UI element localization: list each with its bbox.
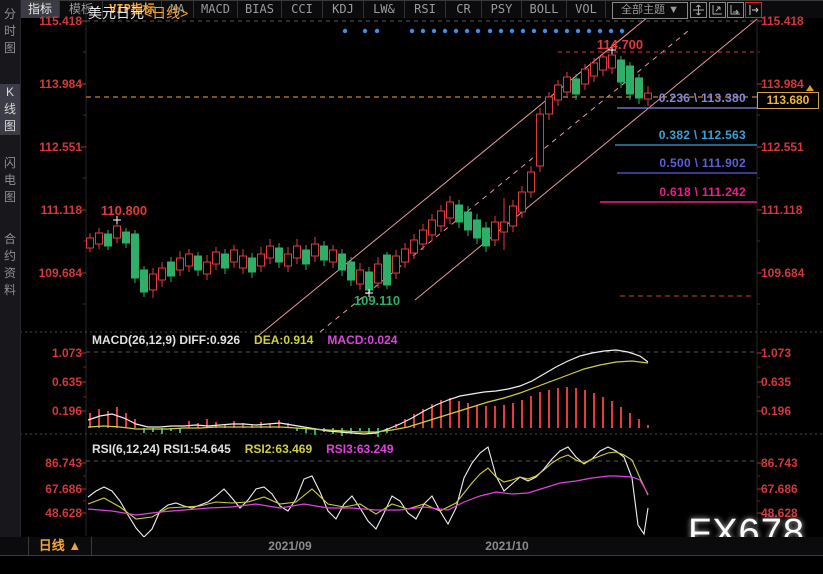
fib-level-label: 0.618 \ 111.242 bbox=[659, 185, 746, 199]
chart-title: 美元日元<日线> bbox=[88, 3, 188, 23]
fib-level-label: 0.236 \ 113.380 bbox=[658, 91, 746, 105]
date-label-sep: 2021/09 bbox=[268, 539, 312, 553]
trading-app-window: 分时图K线图闪电图合约资料 美元日元<日线> 全部主题 ▼ 115.418 113… bbox=[0, 0, 823, 574]
axis-label: 1.073 bbox=[761, 346, 792, 360]
candlestick-series bbox=[86, 50, 652, 298]
axis-label: 0.196 bbox=[761, 404, 792, 418]
rsi2-value: RSI2:63.469 bbox=[244, 442, 313, 456]
theme-dropdown[interactable]: 全部主题 ▼ bbox=[612, 2, 688, 19]
chart-canvas[interactable] bbox=[0, 0, 823, 537]
date-label-oct: 2021/10 bbox=[485, 539, 529, 553]
macd-indicator-header: MACD(26,12,9) DIFF:0.926 DEA:0.914 MACD:0.… bbox=[92, 333, 411, 347]
axis-label: 109.684 bbox=[38, 266, 82, 280]
symbol-name: 美元日元 bbox=[88, 5, 144, 21]
theme-dropdown-label: 全部主题 bbox=[621, 4, 666, 16]
macd-panel bbox=[87, 349, 649, 437]
axis-label: 115.418 bbox=[761, 14, 804, 28]
y-axis-zoom-icon[interactable] bbox=[709, 2, 726, 18]
sidebar-tab-合约资料[interactable]: 合约资料 bbox=[0, 231, 20, 299]
pan-right-icon[interactable] bbox=[745, 2, 762, 18]
price-annotation: 109.110 bbox=[353, 293, 401, 308]
axis-label: 115.418 bbox=[39, 14, 82, 28]
period-label: 日线 bbox=[38, 538, 65, 553]
axis-label: 111.118 bbox=[40, 203, 82, 217]
sidebar-tab-闪电图[interactable]: 闪电图 bbox=[0, 155, 20, 206]
rsi-indicator-header: RSI(6,12,24) RSI1:54.645 RSI2:63.469 RSI3:… bbox=[92, 442, 408, 456]
macd-hist-value: MACD:0.024 bbox=[327, 333, 398, 347]
axis-label: 1.073 bbox=[51, 346, 82, 360]
rsi3-value: RSI3:63.249 bbox=[326, 442, 394, 456]
last-price-badge: 113.680 bbox=[757, 92, 819, 109]
axis-label: 112.551 bbox=[761, 140, 804, 154]
axis-label: 67.686 bbox=[761, 482, 798, 496]
macd-diff-value: MACD(26,12,9) DIFF:0.926 bbox=[92, 333, 241, 347]
axis-label: 109.684 bbox=[761, 266, 805, 280]
axis-label: 0.635 bbox=[761, 375, 792, 389]
signal-dots bbox=[342, 28, 625, 34]
rsi1-value: RSI(6,12,24) RSI1:54.645 bbox=[92, 442, 231, 456]
axis-label: 113.984 bbox=[39, 77, 82, 91]
sidebar-tab-K线图[interactable]: K线图 bbox=[0, 84, 20, 135]
fib-level-label: 0.382 \ 112.563 bbox=[658, 128, 746, 142]
period-up-arrow-icon: ▲ bbox=[68, 538, 82, 553]
chevron-down-icon: ▼ bbox=[668, 4, 679, 16]
fib-level-label: 0.500 \ 111.902 bbox=[659, 156, 746, 170]
price-up-arrow-icon bbox=[806, 85, 814, 91]
macd-dea-value: DEA:0.914 bbox=[254, 333, 314, 347]
crosshair-move-icon[interactable] bbox=[690, 2, 707, 18]
period-tag: <日线> bbox=[144, 5, 189, 21]
period-selector[interactable]: 日线 ▲ bbox=[28, 537, 92, 555]
axis-label: 0.196 bbox=[51, 404, 82, 418]
price-annotation: 114.700 bbox=[596, 37, 644, 52]
x-axis-zoom-icon[interactable] bbox=[727, 2, 744, 18]
time-axis-row: 日线 ▲ 2021/09 2021/10 bbox=[0, 537, 823, 556]
axis-label: 67.686 bbox=[45, 482, 82, 496]
axis-label: 48.628 bbox=[45, 506, 82, 520]
axis-label: 86.743 bbox=[45, 456, 82, 470]
axis-label: 0.635 bbox=[51, 375, 82, 389]
axis-label: 111.118 bbox=[761, 203, 803, 217]
axis-label: 86.743 bbox=[761, 456, 798, 470]
price-annotation: 110.800 bbox=[100, 203, 148, 218]
axis-label: 112.551 bbox=[39, 140, 82, 154]
